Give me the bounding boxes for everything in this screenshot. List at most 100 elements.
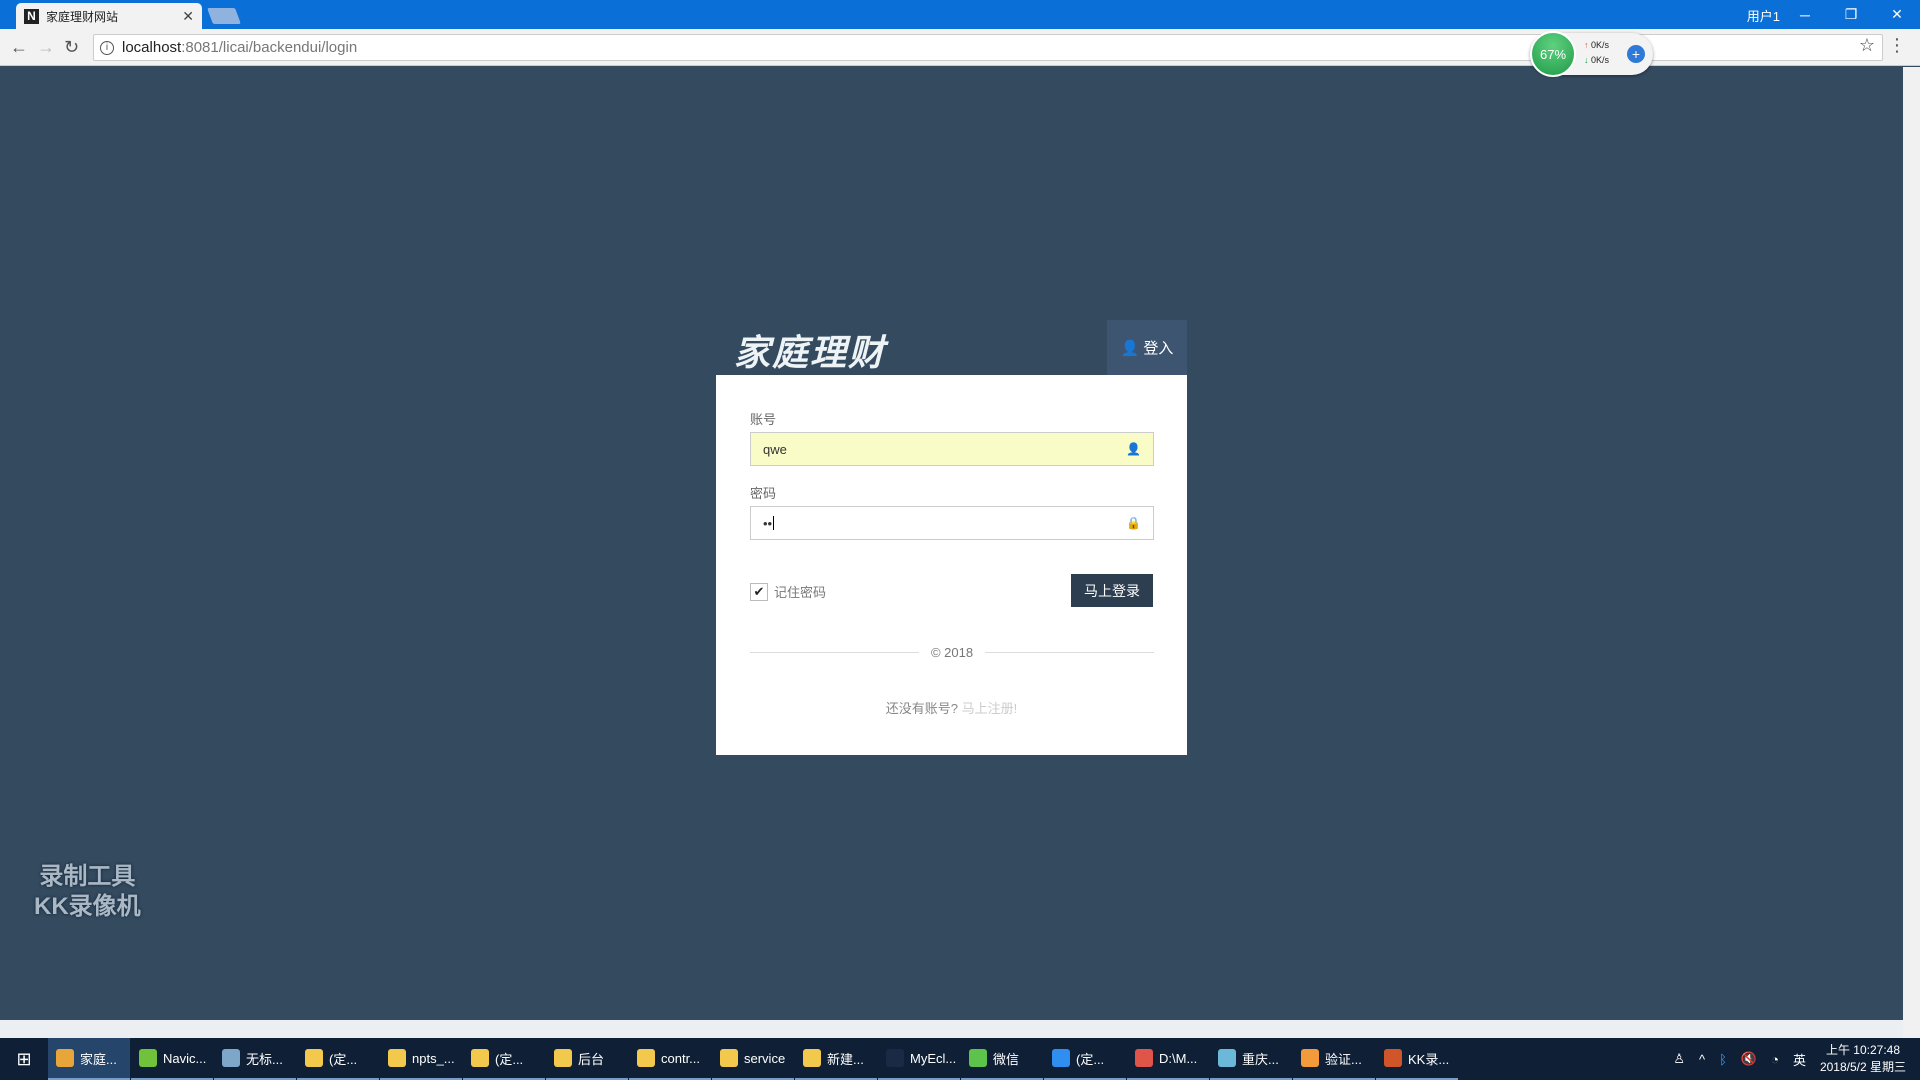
recorder-watermark: 录制工具 KK录像机 <box>34 863 141 920</box>
tab-close-icon[interactable]: ✕ <box>182 8 194 25</box>
taskbar-item-label: MyEcl... <box>910 1050 957 1066</box>
taskbar-item-label: 后台 <box>578 1051 605 1067</box>
menu-icon[interactable]: ⋮ <box>1888 35 1906 56</box>
logo: 家庭理财 <box>734 332 887 374</box>
login-form: 账号 qwe 👤 密码 •• 🔒 ✔ 记住密码 马上登录 © 2018 还没有账… <box>716 375 1187 755</box>
browser-tab[interactable]: N 家庭理财网站 ✕ <box>16 3 202 29</box>
minimize-icon[interactable]: ─ <box>1782 0 1828 29</box>
tab-login[interactable]: 👤 登入 <box>1107 320 1187 375</box>
user-icon: 👤 <box>1126 442 1141 456</box>
taskbar-item[interactable]: KK录... <box>1376 1038 1458 1080</box>
url-path: :8081/licai/backendui/login <box>181 39 358 56</box>
taskbar-item-label: 验证... <box>1325 1051 1362 1067</box>
app-icon <box>471 1049 489 1067</box>
ime-indicator[interactable]: 英 <box>1793 1050 1806 1069</box>
taskbar-item-label: 无标... <box>246 1051 283 1067</box>
app-icon <box>1218 1049 1236 1067</box>
taskbar-item[interactable]: D:\M... <box>1127 1038 1209 1080</box>
taskbar-item[interactable]: (定... <box>297 1038 379 1080</box>
taskbar-item[interactable]: 无标... <box>214 1038 296 1080</box>
volume-muted-icon[interactable]: 🔇 <box>1741 1051 1757 1067</box>
no-account-text: 还没有账号? <box>885 701 958 716</box>
app-icon <box>886 1049 904 1067</box>
taskbar: ⊞ 家庭... Navic... 无标... (定... npts_... (定... 后台… <box>0 1038 1920 1080</box>
taskbar-item[interactable]: MyEcl... <box>878 1038 960 1080</box>
app-icon <box>388 1049 406 1067</box>
taskbar-item[interactable]: contr... <box>629 1038 711 1080</box>
taskbar-item-label: (定... <box>329 1051 358 1067</box>
remember-label: 记住密码 <box>774 585 827 600</box>
memory-gauge: 67% <box>1530 31 1576 77</box>
window-user[interactable]: 用户1 <box>1747 6 1780 25</box>
windows-start-icon[interactable]: ⊞ <box>0 1049 48 1070</box>
app-icon <box>1135 1049 1153 1067</box>
copyright: © 2018 <box>930 645 974 660</box>
info-icon[interactable]: i <box>100 40 114 55</box>
taskbar-item-label: (定... <box>1076 1051 1105 1067</box>
chevron-up-icon[interactable]: ^ <box>1699 1052 1705 1067</box>
taskbar-item-label: service <box>744 1050 786 1066</box>
reload-icon[interactable]: ↻ <box>64 37 79 58</box>
people-icon[interactable]: ♙ <box>1673 1051 1685 1067</box>
account-input[interactable]: qwe 👤 <box>750 432 1154 466</box>
taskbar-item[interactable]: Navic... <box>131 1038 213 1080</box>
taskbar-item-label: 微信 <box>993 1051 1020 1067</box>
restore-icon[interactable]: ❐ <box>1828 0 1874 29</box>
taskbar-item-label: 重庆... <box>1242 1051 1279 1067</box>
password-label: 密码 <box>750 486 777 501</box>
tab-login-label: 登入 <box>1143 340 1174 357</box>
vertical-scrollbar[interactable] <box>1903 67 1920 1038</box>
wifi-icon[interactable]: ◔ <box>1771 1052 1779 1067</box>
taskbar-item[interactable]: (定... <box>463 1038 545 1080</box>
app-icon <box>969 1049 987 1067</box>
taskbar-item-label: Navic... <box>163 1050 207 1066</box>
back-icon[interactable]: ← <box>10 37 28 58</box>
bluetooth-icon[interactable]: ᛒ <box>1719 1052 1727 1067</box>
forward-icon[interactable]: → <box>37 37 55 58</box>
close-window-icon[interactable]: ✕ <box>1874 0 1920 29</box>
app-icon <box>720 1049 738 1067</box>
app-icon <box>803 1049 821 1067</box>
app-icon <box>1052 1049 1070 1067</box>
app-icon <box>1301 1049 1319 1067</box>
taskbar-item[interactable]: 微信 <box>961 1038 1043 1080</box>
app-icon <box>637 1049 655 1067</box>
remember-checkbox[interactable]: ✔ <box>750 582 768 601</box>
plus-icon[interactable]: + <box>1627 45 1645 63</box>
taskbar-item-label: 家庭... <box>80 1051 117 1067</box>
password-value: •• <box>763 515 773 531</box>
download-speed: 0K/s <box>1591 55 1610 65</box>
horizontal-scrollbar[interactable] <box>0 1020 1903 1038</box>
taskbar-item-label: 新建... <box>827 1051 864 1067</box>
url-host: localhost <box>122 39 182 56</box>
taskbar-item[interactable]: service <box>712 1038 794 1080</box>
remember-password[interactable]: ✔ 记住密码 <box>750 582 826 601</box>
new-tab-button[interactable] <box>207 8 241 24</box>
taskbar-item[interactable]: 新建... <box>795 1038 877 1080</box>
taskbar-item[interactable]: 重庆... <box>1210 1038 1292 1080</box>
login-button[interactable]: 马上登录 <box>1071 574 1153 607</box>
upload-speed: 0K/s <box>1591 40 1610 50</box>
app-icon <box>56 1049 74 1067</box>
taskbar-item[interactable]: 后台 <box>546 1038 628 1080</box>
app-icon <box>1384 1049 1402 1067</box>
clock-date: 2018/5/2 星期三 <box>1819 1060 1906 1074</box>
taskbar-item[interactable]: 家庭... <box>48 1038 130 1080</box>
clock[interactable]: 上午 10:27:48 2018/5/2 星期三 <box>1820 1042 1906 1076</box>
taskbar-item[interactable]: (定... <box>1044 1038 1126 1080</box>
browser-titlebar: N 家庭理财网站 ✕ 用户1 ─ ❐ ✕ <box>0 0 1920 29</box>
taskbar-item[interactable]: 验证... <box>1293 1038 1375 1080</box>
taskbar-item-label: KK录... <box>1408 1051 1450 1067</box>
bookmark-star-icon[interactable]: ☆ <box>1859 35 1875 56</box>
register-link[interactable]: 马上注册! <box>962 701 1018 716</box>
password-input[interactable]: •• 🔒 <box>750 506 1154 540</box>
network-monitor-widget[interactable]: 67% ↑ 0K/s ↓ 0K/s + <box>1530 31 1653 77</box>
taskbar-item[interactable]: npts_... <box>380 1038 462 1080</box>
account-value: qwe <box>763 441 787 457</box>
lock-icon: 🔒 <box>1126 516 1141 530</box>
system-tray: ♙ ^ ᛒ 🔇 ◔ 英 上午 10:27:48 2018/5/2 星期三 <box>1673 1042 1920 1076</box>
copyright-divider: © 2018 <box>750 645 1154 660</box>
account-label: 账号 <box>750 412 777 427</box>
app-icon <box>305 1049 323 1067</box>
taskbar-item-label: D:\M... <box>1159 1050 1198 1066</box>
